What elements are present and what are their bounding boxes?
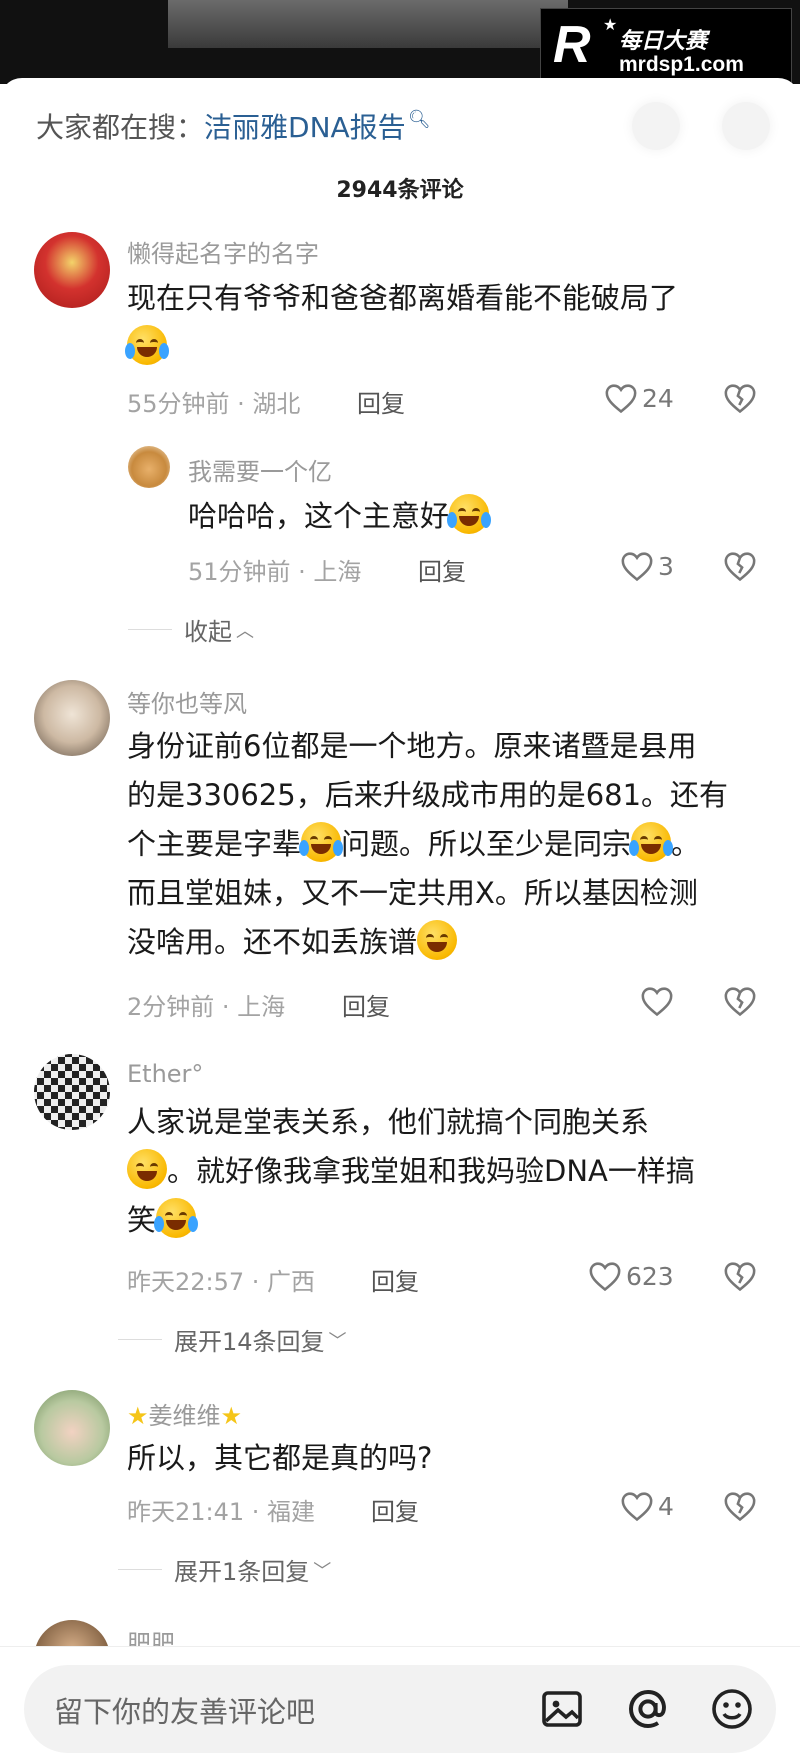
chevron-down-icon: ﹀ xyxy=(328,1330,347,1352)
comment-text-line: 。 xyxy=(671,827,701,861)
comment-text: 现在只有爷爷和爸爸都离婚看能不能破局了 xyxy=(125,274,679,372)
comment-input[interactable]: 留下你的友善评论吧 xyxy=(24,1665,776,1753)
search-prefix: 大家都在搜： xyxy=(36,111,205,144)
like-button[interactable]: 623 xyxy=(588,1260,674,1292)
like-button[interactable] xyxy=(640,985,678,1017)
comment-text: 哈哈哈，这个主意好 xyxy=(188,492,492,541)
watermark-cn: 每日大赛 xyxy=(619,29,708,54)
comment-time-location: 51分钟前 · 上海 xyxy=(188,558,362,586)
comment-text-line: 哈哈哈，这个主意好 xyxy=(188,499,450,533)
chevron-up-icon: ︿ xyxy=(236,620,254,642)
reply-button[interactable]: 回复 xyxy=(342,987,390,1022)
expand-label: 展开1条回复 xyxy=(174,1558,310,1586)
comment-time-location: 昨天21:41 · 福建 xyxy=(127,1498,316,1526)
like-count: 24 xyxy=(642,383,674,413)
expand-replies-button[interactable]: 展开14条回复 ﹀ xyxy=(118,1322,347,1357)
comment-text: 所以，其它都是真的吗? xyxy=(127,1441,433,1475)
ghost-button xyxy=(632,102,680,150)
comment-text: 人家说是堂表关系，他们就搞个同胞关系 。就好像我拿我堂姐和我妈验DNA一样搞 笑 xyxy=(127,1098,695,1245)
comment-nickname[interactable]: ★姜维维★ xyxy=(127,1396,242,1431)
nickname-text: 姜维维 xyxy=(148,1402,221,1430)
comment-text-line: 笑 xyxy=(127,1203,157,1237)
like-button[interactable]: 4 xyxy=(620,1490,674,1522)
expand-replies-button[interactable]: 展开1条回复 ﹀ xyxy=(118,1552,331,1587)
like-button[interactable]: 24 xyxy=(604,382,674,414)
at-icon[interactable] xyxy=(624,1685,672,1733)
broken-heart-icon[interactable] xyxy=(723,1260,757,1292)
comment-nickname[interactable]: Ether° xyxy=(127,1060,203,1088)
reply-button[interactable]: 回复 xyxy=(357,384,405,419)
comment-time-location: 2分钟前 · 上海 xyxy=(127,993,286,1021)
smiley-icon[interactable] xyxy=(708,1685,756,1733)
crying-laughing-emoji xyxy=(154,1198,199,1238)
heart-icon xyxy=(641,987,673,1017)
search-suggestion[interactable]: 大家都在搜： 洁丽雅DNA报告 🔍︎ xyxy=(36,106,431,146)
comment-text-line: 现在只有爷爷和爸爸都离婚看能不能破局了 xyxy=(127,281,679,315)
comment-text-line: 身份证前6位都是一个地方。原来诸暨是县用 xyxy=(127,729,697,763)
expand-label: 展开14条回复 xyxy=(174,1328,325,1356)
heart-icon xyxy=(621,552,653,582)
comment-text-line: 的是330625，后来升级成市用的是681。还有 xyxy=(127,778,729,812)
comment-nickname[interactable]: 我需要一个亿 xyxy=(188,452,332,487)
video-strip: R ★ 每日大赛 mrdsp1.com xyxy=(0,0,800,84)
avatar[interactable] xyxy=(34,1390,110,1466)
star-icon: ★ xyxy=(127,1402,149,1430)
like-count: 4 xyxy=(658,1491,674,1521)
avatar[interactable] xyxy=(34,232,110,308)
grinning-sweat-emoji xyxy=(417,920,458,960)
broken-heart-icon[interactable] xyxy=(723,1490,757,1522)
crying-laughing-emoji xyxy=(299,822,344,862)
search-icon: 🔍︎ xyxy=(407,108,431,130)
collapse-label: 收起 xyxy=(184,618,232,646)
watermark-r-mark: R xyxy=(553,16,591,74)
grinning-sweat-emoji xyxy=(127,1149,167,1189)
comment-nickname[interactable]: 懒得起名字的名字 xyxy=(127,234,319,269)
like-button[interactable]: 3 xyxy=(620,550,674,582)
avatar[interactable] xyxy=(34,680,110,756)
broken-heart-icon[interactable] xyxy=(723,382,757,414)
watermark-logo: R ★ 每日大赛 mrdsp1.com xyxy=(540,8,792,84)
comment-text-line: 个主要是字辈 xyxy=(127,827,302,861)
collapse-replies-button[interactable]: 收起 ︿ xyxy=(128,612,254,647)
comment-input-bar: 留下你的友善评论吧 xyxy=(0,1646,800,1764)
chevron-down-icon: ﹀ xyxy=(313,1560,332,1582)
broken-heart-icon[interactable] xyxy=(723,985,757,1017)
heart-icon xyxy=(589,1262,621,1292)
crying-laughing-emoji xyxy=(125,325,169,365)
comment-text-line: 。就好像我拿我堂姐和我妈验DNA一样搞 xyxy=(167,1154,695,1188)
comment-time-location: 昨天22:57 · 广西 xyxy=(127,1268,316,1296)
reply-button[interactable]: 回复 xyxy=(371,1492,419,1527)
like-count: 3 xyxy=(658,551,674,581)
comment-text-line: 没啥用。还不如丢族谱 xyxy=(127,925,418,959)
comment-text-line: 而且堂姐妹，又不一定共用X。所以基因检测 xyxy=(127,876,698,910)
comment-input-placeholder: 留下你的友善评论吧 xyxy=(54,1695,316,1729)
watermark-url: mrdsp1.com xyxy=(619,53,744,76)
comment-text-line: 问题。所以至少是同宗 xyxy=(341,827,632,861)
heart-icon xyxy=(605,384,637,414)
search-term-link[interactable]: 洁丽雅DNA报告 xyxy=(204,106,406,146)
ghost-button xyxy=(722,102,770,150)
avatar[interactable] xyxy=(34,1054,110,1130)
comment-nickname[interactable]: 等你也等风 xyxy=(127,684,247,719)
comment-text: 身份证前6位都是一个地方。原来诸暨是县用 的是330625，后来升级成市用的是6… xyxy=(127,722,728,967)
video-thumbnail xyxy=(168,0,568,48)
crying-laughing-emoji xyxy=(629,822,674,862)
divider xyxy=(128,629,172,630)
like-count: 623 xyxy=(626,1261,674,1291)
avatar[interactable] xyxy=(128,446,170,488)
comment-count: 2944条评论 xyxy=(336,178,464,203)
divider xyxy=(118,1569,162,1570)
broken-heart-icon[interactable] xyxy=(723,550,757,582)
reply-button[interactable]: 回复 xyxy=(418,552,466,587)
heart-icon xyxy=(621,1492,653,1522)
image-icon[interactable] xyxy=(538,1685,586,1733)
comment-text-line: 人家说是堂表关系，他们就搞个同胞关系 xyxy=(127,1105,650,1139)
divider xyxy=(118,1339,162,1340)
star-icon: ★ xyxy=(220,1402,243,1430)
reply-button[interactable]: 回复 xyxy=(371,1262,419,1297)
crying-laughing-emoji xyxy=(447,494,492,534)
comment-time-location: 55分钟前 · 湖北 xyxy=(127,390,301,418)
star-icon: ★ xyxy=(603,15,618,34)
